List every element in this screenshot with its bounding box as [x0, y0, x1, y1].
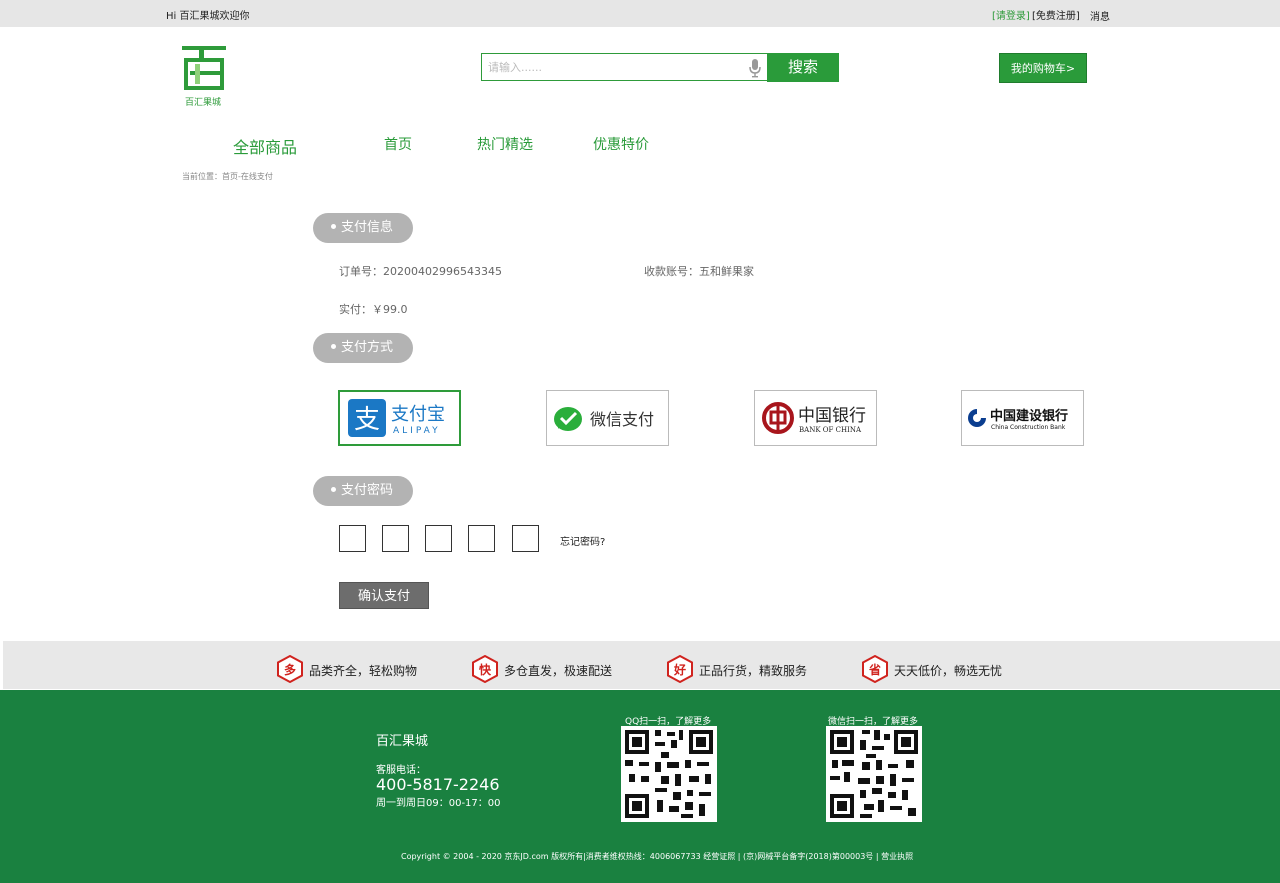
section-title: 支付密码: [341, 483, 394, 498]
feature-badge: 省: [868, 663, 881, 677]
section-title: 支付信息: [341, 220, 394, 235]
section-payment-method: 支付方式: [313, 333, 413, 363]
section-payment-password: 支付密码: [313, 476, 413, 506]
nav-all-products[interactable]: 全部商品: [233, 134, 297, 158]
pay-option-boc[interactable]: 中国银行 BANK OF CHINA: [754, 390, 877, 446]
pay-option-alipay[interactable]: 支 支付宝 ALIPAY: [338, 390, 461, 446]
service-label: 客服电话：: [376, 765, 426, 776]
nav-item-deals[interactable]: 优惠特价: [593, 134, 649, 154]
svg-text:BANK OF CHINA: BANK OF CHINA: [799, 426, 862, 434]
feature-badge: 好: [673, 663, 686, 677]
order-number: 订单号：20200402996543345: [339, 265, 502, 278]
password-digit-4[interactable]: [468, 525, 495, 552]
messages-link[interactable]: 消息: [1090, 8, 1110, 23]
footer-brand: 百汇果城: [376, 734, 429, 749]
wechat-qr-code-icon: [826, 726, 922, 822]
feature-text: 正品行货，精致服务: [699, 664, 808, 678]
password-digit-3[interactable]: [425, 525, 452, 552]
logo-text: 百汇果城: [185, 98, 222, 108]
top-bar: Hi 百汇果城欢迎你 [请登录] [免费注册] 消息: [0, 0, 1280, 27]
breadcrumb: 当前位置：首页-在线支付: [182, 172, 273, 181]
svg-text:微信支付: 微信支付: [590, 410, 654, 429]
bank-of-china-icon: 中国银行 BANK OF CHINA: [762, 402, 866, 434]
feature-text: 多仓直发，极速配送: [504, 664, 613, 678]
section-title: 支付方式: [341, 340, 394, 355]
service-hours: 周一到周日09：00-17：00: [376, 798, 501, 809]
feature-text: 天天低价，畅选无忧: [894, 664, 1003, 678]
service-phone: 400-5817-2246: [376, 775, 500, 794]
paid-amount: 实付：￥99.0: [339, 303, 408, 316]
alipay-icon: 支 支付宝 ALIPAY: [348, 399, 445, 437]
welcome-text: Hi 百汇果城欢迎你: [166, 11, 250, 22]
features-bar: [3, 641, 1280, 689]
ccb-icon: 中国建设银行 China Construction Bank: [968, 408, 1068, 431]
nav-item-hot[interactable]: 热门精选: [477, 134, 533, 154]
search-button[interactable]: 搜索: [767, 53, 839, 82]
search-input[interactable]: [488, 59, 738, 75]
payee-account: 收款账号：五和鲜果家: [644, 265, 754, 278]
copyright-text: Copyright © 2004 - 2020 京东JD.com 版权所有|消费…: [401, 852, 914, 861]
cart-button[interactable]: 我的购物车>: [999, 53, 1087, 83]
svg-text:China Construction Bank: China Construction Bank: [991, 424, 1066, 431]
pay-option-wechat[interactable]: 微信支付: [546, 390, 669, 446]
microphone-icon[interactable]: [748, 58, 762, 78]
alipay-name: 支付宝: [391, 404, 445, 425]
wechat-pay-icon: 微信支付: [554, 407, 654, 431]
register-link[interactable]: [免费注册]: [1032, 7, 1080, 22]
qq-qr-code-icon: [621, 726, 717, 822]
feature-text: 品类齐全，轻松购物: [309, 664, 418, 678]
pay-option-ccb[interactable]: 中国建设银行 China Construction Bank: [961, 390, 1084, 446]
forgot-password-link[interactable]: 忘记密码?: [560, 533, 605, 548]
confirm-payment-button[interactable]: 确认支付: [339, 582, 429, 609]
nav-item-home[interactable]: 首页: [384, 134, 412, 154]
search-box: [481, 53, 767, 81]
password-digit-1[interactable]: [339, 525, 366, 552]
svg-text:支: 支: [354, 405, 380, 435]
feature-badge: 快: [478, 663, 491, 677]
section-payment-info: 支付信息: [313, 213, 413, 243]
svg-text:ALIPAY: ALIPAY: [393, 426, 441, 436]
password-digit-5[interactable]: [512, 525, 539, 552]
password-digit-2[interactable]: [382, 525, 409, 552]
feature-badge: 多: [283, 663, 296, 677]
login-link[interactable]: [请登录]: [992, 7, 1030, 22]
svg-text:中国银行: 中国银行: [798, 406, 866, 426]
svg-text:中国建设银行: 中国建设银行: [990, 408, 1068, 424]
